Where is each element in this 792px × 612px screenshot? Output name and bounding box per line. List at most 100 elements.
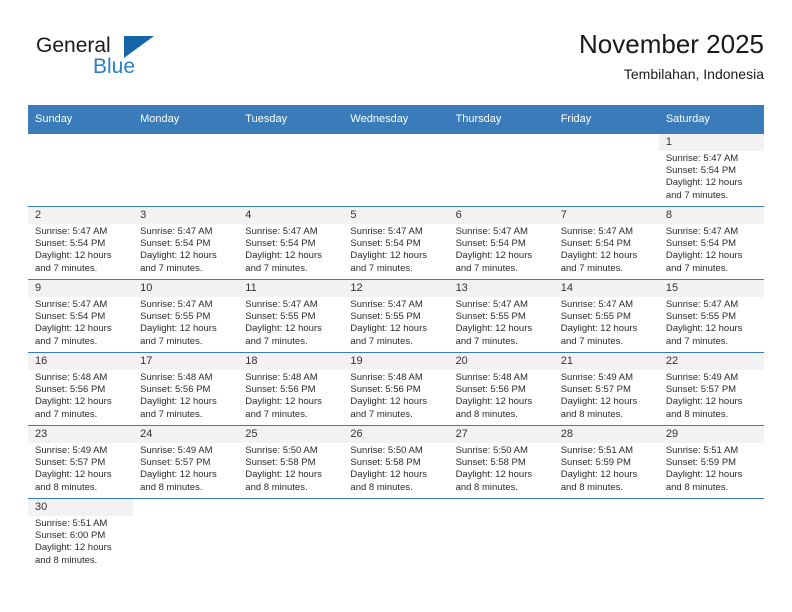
calendar-day-cell[interactable]: 30 Sunrise: 5:51 AM Sunset: 6:00 PM Dayligh… [28, 498, 134, 571]
daylight-duration: Daylight: 12 hours and 7 minutes. [350, 250, 427, 274]
day-number: 9 [28, 280, 134, 297]
day-cell-content: 20 Sunrise: 5:48 AM Sunset: 5:56 PM Dayligh… [448, 353, 554, 426]
sunrise-time: Sunrise: 5:51 AM [665, 445, 739, 456]
calendar-cell-empty [238, 498, 344, 571]
day-number: 3 [133, 207, 239, 224]
sunrise-time: Sunrise: 5:47 AM [35, 226, 108, 237]
day-number: 25 [238, 426, 344, 443]
day-cell-content [28, 135, 133, 207]
calendar-week-row: 9 Sunrise: 5:47 AM Sunset: 5:54 PM Daylight… [28, 279, 764, 353]
calendar-day-cell[interactable]: 19 Sunrise: 5:48 AM Sunset: 5:56 PM Dayligh… [343, 352, 449, 426]
sunrise-time: Sunrise: 5:48 AM [455, 372, 528, 383]
page-title: November 2025 [579, 29, 764, 59]
calendar-day-cell[interactable]: 7 Sunrise: 5:47 AM Sunset: 5:54 PM Daylight… [553, 206, 659, 280]
day-details: Sunrise: 5:48 AM Sunset: 5:56 PM Daylight:… [133, 370, 238, 421]
day-details: Sunrise: 5:48 AM Sunset: 5:56 PM Daylight:… [28, 370, 133, 421]
calendar-day-cell[interactable]: 23 Sunrise: 5:49 AM Sunset: 5:57 PM Dayligh… [28, 425, 134, 499]
sunset-time: Sunset: 5:59 PM [665, 457, 737, 469]
generalblue-logo[interactable]: General Blue [36, 34, 236, 90]
day-details: Sunrise: 5:47 AM Sunset: 5:54 PM Daylight:… [238, 224, 343, 275]
calendar-day-cell[interactable]: 24 Sunrise: 5:49 AM Sunset: 5:57 PM Dayligh… [133, 425, 239, 499]
calendar-header-row: Sunday Monday Tuesday Wednesday Thursday… [28, 105, 764, 134]
sunset-time: Sunset: 5:59 PM [560, 457, 631, 469]
day-details: Sunrise: 5:49 AM Sunset: 5:57 PM Daylight:… [659, 370, 764, 421]
calendar-day-cell[interactable]: 25 Sunrise: 5:50 AM Sunset: 5:58 PM Dayligh… [238, 425, 344, 499]
calendar-cell-empty [448, 133, 554, 207]
daylight-duration: Daylight: 12 hours and 7 minutes. [665, 323, 743, 347]
sunset-time: Sunset: 5:54 PM [560, 238, 631, 250]
weekday-header-monday: Monday [133, 105, 239, 134]
day-number: 4 [238, 207, 344, 224]
day-number: 17 [133, 353, 239, 370]
sunset-time: Sunset: 5:55 PM [455, 311, 526, 323]
calendar-day-cell[interactable]: 1 Sunrise: 5:47 AM Sunset: 5:54 PM Daylight… [658, 133, 764, 207]
calendar-day-cell[interactable]: 29 Sunrise: 5:51 AM Sunset: 5:59 PM Dayligh… [658, 425, 764, 499]
daylight-duration: Daylight: 12 hours and 7 minutes. [245, 250, 322, 274]
day-details: Sunrise: 5:50 AM Sunset: 5:58 PM Daylight:… [343, 443, 448, 494]
sunrise-time: Sunrise: 5:49 AM [35, 445, 108, 456]
calendar-cell-empty [238, 133, 344, 207]
sunrise-time: Sunrise: 5:47 AM [140, 226, 213, 237]
calendar-day-cell[interactable]: 10 Sunrise: 5:47 AM Sunset: 5:55 PM Dayligh… [133, 279, 239, 353]
calendar-day-cell[interactable]: 26 Sunrise: 5:50 AM Sunset: 5:58 PM Dayligh… [343, 425, 449, 499]
day-number: 23 [28, 426, 134, 443]
calendar-day-cell[interactable]: 12 Sunrise: 5:47 AM Sunset: 5:55 PM Dayligh… [343, 279, 449, 353]
daylight-duration: Daylight: 12 hours and 7 minutes. [140, 250, 217, 274]
calendar-day-cell[interactable]: 21 Sunrise: 5:49 AM Sunset: 5:57 PM Dayligh… [553, 352, 659, 426]
day-details: Sunrise: 5:51 AM Sunset: 5:59 PM Daylight:… [554, 443, 659, 494]
calendar-day-cell[interactable]: 11 Sunrise: 5:47 AM Sunset: 5:55 PM Dayligh… [238, 279, 344, 353]
calendar-day-cell[interactable]: 15 Sunrise: 5:47 AM Sunset: 5:55 PM Dayligh… [658, 279, 764, 353]
daylight-duration: Daylight: 12 hours and 7 minutes. [665, 250, 743, 274]
sunrise-time: Sunrise: 5:49 AM [140, 445, 213, 456]
sunrise-time: Sunrise: 5:47 AM [665, 226, 739, 237]
day-cell-content: 9 Sunrise: 5:47 AM Sunset: 5:54 PM Daylight… [28, 280, 134, 353]
sunrise-time: Sunrise: 5:50 AM [350, 445, 423, 456]
day-cell-content: 13 Sunrise: 5:47 AM Sunset: 5:55 PM Dayligh… [448, 280, 554, 353]
calendar-day-cell[interactable]: 13 Sunrise: 5:47 AM Sunset: 5:55 PM Dayligh… [448, 279, 554, 353]
sunset-time: Sunset: 5:57 PM [35, 457, 106, 469]
sunrise-time: Sunrise: 5:47 AM [245, 299, 318, 310]
day-cell-content: 16 Sunrise: 5:48 AM Sunset: 5:56 PM Dayligh… [28, 353, 134, 426]
title-block: November 2025 Tembilahan, Indonesia [579, 28, 764, 84]
calendar-day-cell[interactable]: 27 Sunrise: 5:50 AM Sunset: 5:58 PM Dayligh… [448, 425, 554, 499]
day-cell-content: 3 Sunrise: 5:47 AM Sunset: 5:54 PM Daylight… [133, 207, 239, 280]
calendar-day-cell[interactable]: 4 Sunrise: 5:47 AM Sunset: 5:54 PM Daylight… [238, 206, 344, 280]
calendar-day-cell[interactable]: 17 Sunrise: 5:48 AM Sunset: 5:56 PM Dayligh… [133, 352, 239, 426]
sunrise-time: Sunrise: 5:47 AM [350, 299, 423, 310]
day-number: 2 [28, 207, 134, 224]
calendar-day-cell[interactable]: 16 Sunrise: 5:48 AM Sunset: 5:56 PM Dayligh… [28, 352, 134, 426]
daylight-duration: Daylight: 12 hours and 7 minutes. [35, 323, 112, 347]
day-details: Sunrise: 5:49 AM Sunset: 5:57 PM Daylight:… [133, 443, 238, 494]
sunset-time: Sunset: 5:54 PM [665, 238, 737, 250]
day-details: Sunrise: 5:51 AM Sunset: 6:00 PM Daylight:… [28, 516, 133, 567]
sunset-time: Sunset: 5:55 PM [560, 311, 631, 323]
daylight-duration: Daylight: 12 hours and 8 minutes. [665, 396, 743, 420]
day-number: 28 [553, 426, 659, 443]
day-details: Sunrise: 5:47 AM Sunset: 5:54 PM Daylight:… [343, 224, 448, 275]
day-number [659, 499, 764, 516]
calendar-day-cell[interactable]: 28 Sunrise: 5:51 AM Sunset: 5:59 PM Dayligh… [553, 425, 659, 499]
day-cell-content: 5 Sunrise: 5:47 AM Sunset: 5:54 PM Daylight… [343, 207, 449, 280]
calendar-day-cell[interactable]: 6 Sunrise: 5:47 AM Sunset: 5:54 PM Daylight… [448, 206, 554, 280]
calendar-day-cell[interactable]: 20 Sunrise: 5:48 AM Sunset: 5:56 PM Dayligh… [448, 352, 554, 426]
day-details: Sunrise: 5:47 AM Sunset: 5:55 PM Daylight:… [659, 297, 764, 348]
calendar-day-cell[interactable]: 2 Sunrise: 5:47 AM Sunset: 5:54 PM Daylight… [28, 206, 134, 280]
day-cell-content: 4 Sunrise: 5:47 AM Sunset: 5:54 PM Daylight… [238, 207, 344, 280]
calendar-day-cell[interactable]: 3 Sunrise: 5:47 AM Sunset: 5:54 PM Daylight… [133, 206, 239, 280]
calendar-day-cell[interactable]: 14 Sunrise: 5:47 AM Sunset: 5:55 PM Dayligh… [553, 279, 659, 353]
day-cell-content [449, 135, 554, 207]
calendar-day-cell[interactable]: 8 Sunrise: 5:47 AM Sunset: 5:54 PM Daylight… [658, 206, 764, 280]
day-number: 1 [658, 134, 764, 151]
day-cell-content: 29 Sunrise: 5:51 AM Sunset: 5:59 PM Dayligh… [658, 426, 764, 499]
day-details: Sunrise: 5:47 AM Sunset: 5:55 PM Daylight:… [343, 297, 448, 348]
calendar-day-cell[interactable]: 18 Sunrise: 5:48 AM Sunset: 5:56 PM Dayligh… [238, 352, 344, 426]
daylight-duration: Daylight: 12 hours and 7 minutes. [140, 323, 217, 347]
calendar-day-cell[interactable]: 9 Sunrise: 5:47 AM Sunset: 5:54 PM Daylight… [28, 279, 134, 353]
day-cell-content: 23 Sunrise: 5:49 AM Sunset: 5:57 PM Dayligh… [28, 426, 134, 499]
day-details: Sunrise: 5:47 AM Sunset: 5:55 PM Daylight:… [449, 297, 554, 348]
day-number [343, 499, 448, 516]
daylight-duration: Daylight: 12 hours and 8 minutes. [350, 469, 427, 493]
calendar-day-cell[interactable]: 5 Sunrise: 5:47 AM Sunset: 5:54 PM Daylight… [343, 206, 449, 280]
sunrise-time: Sunrise: 5:50 AM [455, 445, 528, 456]
calendar-day-cell[interactable]: 22 Sunrise: 5:49 AM Sunset: 5:57 PM Dayligh… [658, 352, 764, 426]
